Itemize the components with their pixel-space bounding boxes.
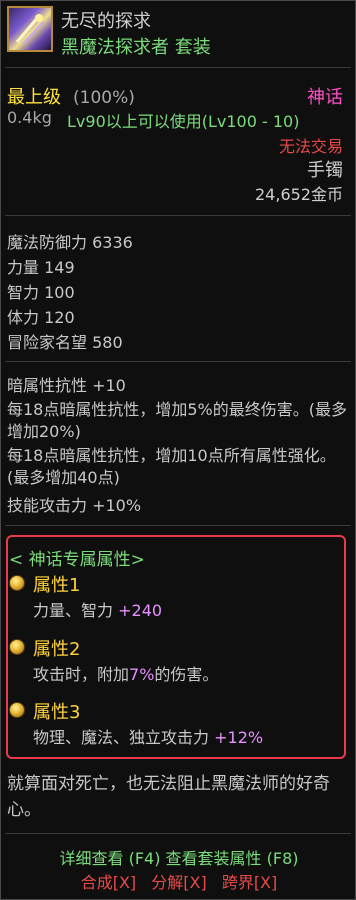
attribute-name: 属性2 bbox=[33, 639, 81, 660]
item-tooltip: 无尽的探求 黑魔法探求者 套装 最上级 (100%) 神话 0.4kg Lv90以… bbox=[0, 0, 356, 900]
stat-value: 120 bbox=[44, 308, 75, 327]
bracelet-item-icon bbox=[7, 6, 53, 52]
attribute-text: 物理、魔法、独立攻击力 bbox=[33, 728, 210, 747]
action-hints: 合成[X] 分解[X] 跨界[X] bbox=[1, 869, 356, 893]
cross-server-action[interactable]: 跨界[X] bbox=[222, 873, 277, 892]
stat-row: 体力 120 bbox=[7, 304, 75, 328]
sell-price: 24,652金币 bbox=[255, 185, 343, 204]
synthesize-action[interactable]: 合成[X] bbox=[81, 873, 136, 892]
attribute-bullet-icon bbox=[9, 575, 25, 591]
rarity-label: 神话 bbox=[307, 87, 343, 108]
stat-label: 智力 bbox=[7, 283, 40, 302]
attribute-bullet-icon bbox=[9, 702, 25, 718]
effect-line: 每18点暗属性抗性，增加10点所有属性强化。(最多增加40点) bbox=[7, 446, 336, 487]
stat-label: 体力 bbox=[7, 308, 40, 327]
level-requirement: Lv90以上可以使用(Lv100 - 10) bbox=[67, 112, 300, 131]
grade-label: 最上级 bbox=[7, 87, 61, 108]
attribute-name: 属性1 bbox=[33, 575, 81, 596]
grade-percent: (100%) bbox=[73, 88, 135, 108]
attribute-bullet-icon bbox=[9, 639, 25, 655]
set-name: 黑魔法探求者 套装 bbox=[61, 37, 211, 58]
attribute-name: 属性3 bbox=[33, 702, 81, 723]
attribute-text: 攻击时，附加 bbox=[33, 665, 130, 684]
trade-status: 无法交易 bbox=[278, 137, 343, 156]
detail-view-hint: 详细查看 (F4) 查看套装属性 (F8) bbox=[59, 849, 299, 868]
stat-value: 100 bbox=[44, 283, 75, 302]
attribute-value: +240 bbox=[118, 601, 163, 620]
divider bbox=[5, 67, 351, 68]
attribute-text: 力量、智力 bbox=[33, 601, 114, 620]
flavor-text: 就算面对死亡，也无法阻止黑魔法师的好奇心。 bbox=[7, 774, 330, 820]
stat-row: 力量 149 bbox=[7, 254, 75, 278]
mythic-attributes-header: < 神话专属属性> bbox=[9, 550, 145, 570]
item-weight: 0.4kg bbox=[7, 108, 52, 127]
effect-line: 技能攻击力 +10% bbox=[7, 496, 142, 515]
item-name: 无尽的探求 bbox=[61, 11, 151, 32]
stat-label: 冒险家名望 bbox=[7, 333, 88, 352]
stat-row: 智力 100 bbox=[7, 279, 75, 303]
divider bbox=[5, 525, 351, 526]
attribute-description: 攻击时，附加7%的伤害。 bbox=[33, 661, 218, 685]
divider bbox=[5, 215, 351, 216]
divider bbox=[5, 361, 351, 362]
attribute-suffix: 的伤害。 bbox=[154, 665, 219, 684]
attribute-description: 物理、魔法、独立攻击力 +12% bbox=[33, 724, 263, 748]
attribute-value: 7% bbox=[129, 665, 155, 684]
equipment-slot: 手镯 bbox=[307, 160, 343, 181]
divider bbox=[5, 833, 351, 834]
stat-row: 魔法防御力 6336 bbox=[7, 229, 133, 253]
attribute-value: +12% bbox=[214, 728, 264, 747]
disassemble-action[interactable]: 分解[X] bbox=[151, 873, 206, 892]
stat-label: 魔法防御力 bbox=[7, 233, 88, 252]
effect-line: 暗属性抗性 +10 bbox=[7, 376, 126, 395]
stat-label: 力量 bbox=[7, 258, 40, 277]
effect-line: 每18点暗属性抗性，增加5%的最终伤害。(最多增加20%) bbox=[7, 400, 347, 441]
stat-value: 580 bbox=[92, 333, 123, 352]
item-grade: 最上级 (100%) bbox=[7, 83, 135, 109]
stat-value: 6336 bbox=[92, 233, 133, 252]
attribute-description: 力量、智力 +240 bbox=[33, 597, 162, 621]
stat-row: 冒险家名望 580 bbox=[7, 329, 123, 353]
stat-value: 149 bbox=[44, 258, 75, 277]
